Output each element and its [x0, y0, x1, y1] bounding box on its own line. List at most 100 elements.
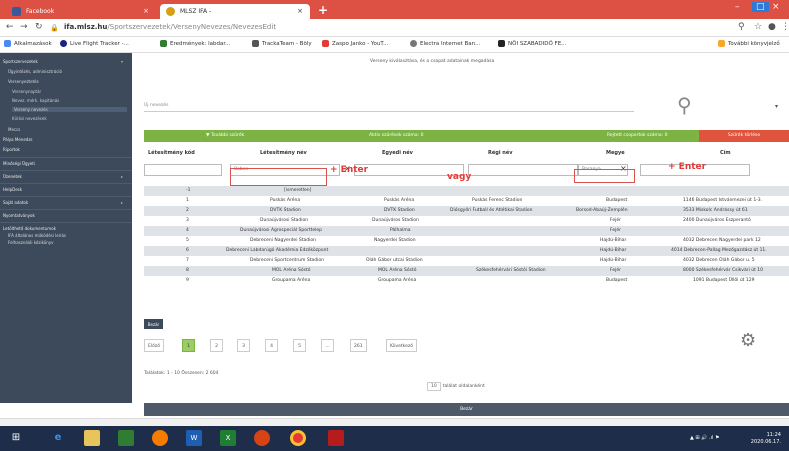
bookmark-trackateam[interactable]: TrackaTeam - Böly: [252, 40, 312, 47]
table-row[interactable]: 1 Puskás Aréna Puskás Aréna Puskás Ferenc S…: [144, 196, 789, 206]
file-explorer-icon[interactable]: [84, 430, 100, 446]
folder-icon: [718, 40, 725, 47]
sidebar-item-versenynaptar[interactable]: Versenynaptár: [12, 89, 41, 94]
sidebar-item-label: Letölthető dokumentumok: [3, 226, 56, 231]
bookmark-flight-tracker[interactable]: Live Flight Tracker -...: [60, 40, 129, 47]
clock[interactable]: 11:24 2020.06.17.: [751, 432, 781, 446]
maximize-button[interactable]: □: [752, 2, 769, 12]
search-icon[interactable]: ⚲: [677, 93, 692, 117]
new-tab-button[interactable]: +: [318, 3, 328, 17]
column-header-kod[interactable]: Létesítmény kód: [148, 150, 195, 156]
pagination-next[interactable]: Következő: [386, 339, 418, 352]
clear-filters-button[interactable]: Szűrők törlése: [699, 130, 789, 142]
sidebar-item-uzenetek[interactable]: Üzenetek ▸: [3, 174, 123, 179]
table-row[interactable]: -1 [ismeretlen]: [144, 186, 789, 196]
table-row[interactable]: 3 Dunaújvárosi Stadion Dunaújváros Stadion…: [144, 216, 789, 226]
sidebar-item-label: Saját adatok: [3, 200, 29, 205]
column-header-nev[interactable]: Létesítmény név: [260, 150, 307, 156]
bookmark-apps[interactable]: Alkalmazások: [4, 40, 52, 47]
filter-regi-input[interactable]: [468, 164, 578, 176]
cell-cim: 4032 Debrecen Oláh Gábor u. 5: [683, 258, 755, 263]
cell-cim: 3533 Miskolc Andrássy út 61: [683, 208, 748, 213]
sidebar-item-ugyintezes[interactable]: Ügyintézés, adminisztráció: [8, 69, 62, 74]
sidebar-item-meccs[interactable]: Meccs: [8, 127, 20, 132]
sidebar-item-versenyeztetes[interactable]: Versenyeztetés: [8, 79, 39, 84]
star-icon[interactable]: ☆: [754, 22, 762, 32]
column-header-regi[interactable]: Régi név: [488, 150, 513, 156]
table-row[interactable]: 2 DVTK Stadion DVTK Stadion Diósgyőri Futba…: [144, 206, 789, 216]
tab-mlsz-ifa[interactable]: MLSZ IFA - ×: [160, 4, 310, 19]
gear-icon[interactable]: ⚙: [740, 330, 756, 351]
url-field[interactable]: ifa.mlsz.hu/Sportszervezetek/VersenyNeve…: [64, 23, 276, 31]
sidebar-item-minosegi[interactable]: Minőségi Ügyeti: [3, 161, 35, 166]
sidebar-item-label: Nevez. mérk. kapitánás: [12, 98, 60, 103]
per-page-select[interactable]: 10: [427, 382, 441, 391]
cell-megye: Budapest: [606, 198, 628, 203]
table-row[interactable]: 4 Dunaújvárosi Agrospeciál Sporttelep Pálh…: [144, 226, 789, 236]
sidebar-item-helpdesk[interactable]: HelpDesk: [3, 187, 22, 192]
close-window-button[interactable]: ×: [772, 2, 780, 12]
pagination-page-4[interactable]: 4: [265, 339, 278, 352]
sidebar-item-kezikonyv[interactable]: Felhasználói kézikönyv: [8, 240, 54, 245]
sidebar-item-letoltheto[interactable]: Letölthető dokumentumok: [3, 226, 56, 231]
excel-icon[interactable]: X: [220, 430, 236, 446]
close-button[interactable]: Bezár: [144, 319, 163, 329]
sidebar-item-verseny-nevezes[interactable]: Verseny nevezés: [12, 107, 127, 112]
firefox-icon[interactable]: [152, 430, 168, 446]
pagination-prev[interactable]: Előző: [144, 339, 164, 352]
edge-icon[interactable]: e: [50, 430, 66, 446]
filter-kod-input[interactable]: [144, 164, 222, 176]
bookmark-electra[interactable]: Electra Internet Ban...: [410, 40, 480, 47]
clear-filters-label: Szűrők törlése: [727, 133, 761, 138]
tab-close-icon[interactable]: ×: [143, 7, 149, 15]
account-icon[interactable]: ●: [768, 22, 776, 32]
sidebar-item-nyomtatvanyok[interactable]: Nyomtatványok: [3, 213, 35, 218]
sidebar-item-sportszervezetek[interactable]: Sportszervezetek ▾: [3, 59, 123, 64]
back-arrow-icon[interactable]: ←: [6, 22, 14, 32]
column-header-megye[interactable]: Megye: [606, 150, 625, 156]
horizontal-scrollbar[interactable]: [0, 418, 789, 426]
table-row[interactable]: 9 Groupama Aréna Groupama Aréna Budapest 109…: [144, 276, 789, 286]
per-page-label: találat oldalanként: [442, 384, 485, 389]
column-header-cim[interactable]: Cím: [720, 150, 731, 156]
forward-arrow-icon[interactable]: →: [20, 22, 28, 32]
bookmark-more[interactable]: További könyvjelző: [718, 40, 780, 47]
more-filters-toggle[interactable]: ▼ További szűrők: [206, 133, 244, 138]
table-row[interactable]: 6 Debreceni Labdarúgó Akadémia Edzőközpon…: [144, 246, 789, 256]
word-icon[interactable]: W: [186, 430, 202, 446]
bookmark-noi-szabadido[interactable]: NÖI SZABADIDŐ FE...: [498, 40, 566, 47]
store-icon[interactable]: [118, 430, 134, 446]
tab-close-icon[interactable]: ×: [297, 7, 303, 15]
pdf-reader-icon[interactable]: [328, 430, 344, 446]
sidebar-item-ifa-leiras[interactable]: IFA általános működési leírás: [8, 233, 66, 238]
system-tray[interactable]: ▲ ⊞ 🔊 .ıl ⚑: [690, 435, 719, 441]
tab-facebook[interactable]: Facebook ×: [6, 4, 156, 19]
cell-kod: 2: [186, 208, 189, 213]
sidebar-item-kiirasi-nevezesek[interactable]: Kiírási nevezések: [12, 116, 47, 121]
table-row[interactable]: 8 MOL Aréna Sóstó MOL Aréna Sóstó Székesfeh…: [144, 266, 789, 276]
bookmark-eredmenyek[interactable]: Eredmények: labdar...: [160, 40, 230, 47]
footer-close-button[interactable]: Bezár: [144, 403, 789, 416]
menu-icon[interactable]: ⋮: [781, 22, 789, 32]
reload-icon[interactable]: ↻: [35, 22, 43, 32]
pagination-page-3[interactable]: 3: [237, 339, 250, 352]
search-input[interactable]: Új nevezés: [144, 103, 634, 112]
windows-start-icon[interactable]: ⊞: [8, 430, 24, 446]
sidebar-item-palya[interactable]: Pálya Menedzs: [3, 137, 33, 142]
table-row[interactable]: 5 Debreceni Nagyerdei Stadion Nagyerdei St…: [144, 236, 789, 246]
zoom-icon[interactable]: ⚲: [738, 22, 745, 32]
minimize-button[interactable]: –: [735, 2, 740, 12]
table-row[interactable]: 7 Debreceni Sportcentrum Stadion Oláh Gábo…: [144, 256, 789, 266]
bookmark-youtube[interactable]: Zaspo Janko - YouT...: [322, 40, 388, 47]
media-player-icon[interactable]: [254, 430, 270, 446]
chrome-icon[interactable]: [290, 430, 306, 446]
pagination-page-1[interactable]: 1: [182, 339, 195, 352]
pagination-page-2[interactable]: 2: [210, 339, 223, 352]
sidebar-item-sajat-adatok[interactable]: Saját adatok ▸: [3, 200, 123, 205]
pagination-page-5[interactable]: 5: [293, 339, 306, 352]
pagination-page-last[interactable]: 261: [350, 339, 367, 352]
column-header-egyedi[interactable]: Egyedi név: [382, 150, 413, 156]
chevron-down-icon[interactable]: ▾: [775, 103, 778, 110]
sidebar-item-riportok[interactable]: Riportok: [3, 147, 20, 152]
sidebar-item-nevez-merk[interactable]: Nevez. mérk. kapitánás: [12, 98, 59, 103]
